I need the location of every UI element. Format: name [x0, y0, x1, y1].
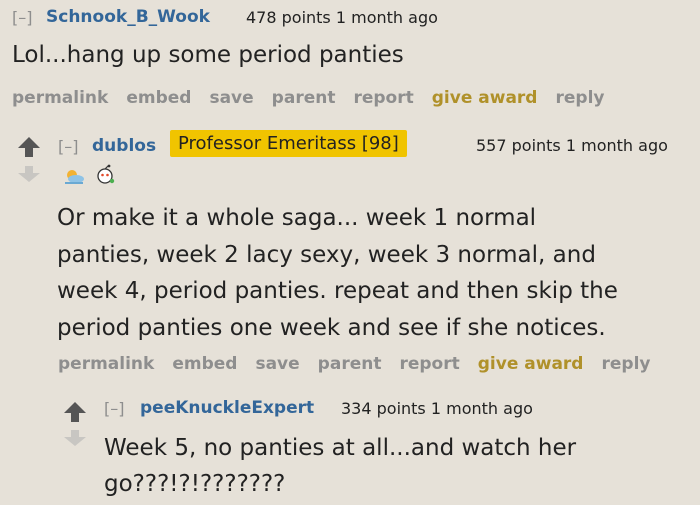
- upvote-arrow-icon[interactable]: [64, 402, 86, 422]
- downvote-arrow-icon[interactable]: [64, 430, 86, 446]
- comment-meta: 334 points 1 month ago: [341, 399, 533, 418]
- reply-link[interactable]: reply: [601, 354, 650, 374]
- comment-body: Week 5, no panties at all...and watch he…: [104, 430, 576, 502]
- parent-link[interactable]: parent: [272, 88, 336, 108]
- upvote-arrow-icon[interactable]: [18, 137, 40, 157]
- comment-actions: permalink embed save parent report give …: [58, 354, 668, 374]
- comment-meta: 478 points 1 month ago: [246, 8, 438, 27]
- user-flair: Professor Emeritass [98]: [170, 130, 407, 157]
- comment-body-line: Week 5, no panties at all...and watch he…: [104, 435, 577, 461]
- comment-body-line: Or make it a whole saga... week 1 normal: [57, 205, 537, 231]
- save-link[interactable]: save: [209, 88, 253, 108]
- permalink-link[interactable]: permalink: [58, 354, 154, 374]
- comment-body-line: period panties one week and see if she n…: [57, 314, 606, 341]
- comment-body-line: panties, week 2 lacy sexy, week 3 normal…: [57, 241, 596, 268]
- collapse-toggle[interactable]: [–]: [104, 399, 124, 418]
- comment-meta: 557 points 1 month ago: [476, 136, 668, 155]
- comment-body: Or make it a whole saga... week 1 normal…: [57, 200, 618, 346]
- give-award-link[interactable]: give award: [432, 88, 538, 108]
- report-link[interactable]: report: [353, 88, 413, 108]
- comment-author[interactable]: peeKnuckleExpert: [140, 398, 314, 418]
- reply-link[interactable]: reply: [555, 88, 604, 108]
- comment-body: Lol...hang up some period panties: [12, 42, 404, 68]
- give-award-link[interactable]: give award: [478, 354, 584, 374]
- collapse-toggle[interactable]: [–]: [12, 8, 32, 27]
- permalink-link[interactable]: permalink: [12, 88, 108, 108]
- save-link[interactable]: save: [255, 354, 299, 374]
- report-link[interactable]: report: [399, 354, 459, 374]
- comment-author[interactable]: Schnook_B_Wook: [46, 7, 210, 27]
- comment-body-line: week 4, period panties. repeat and then …: [57, 278, 618, 304]
- comment-body-line: go???!?!???????: [104, 471, 286, 497]
- parent-link[interactable]: parent: [318, 354, 382, 374]
- downvote-arrow-icon[interactable]: [18, 166, 40, 182]
- embed-link[interactable]: embed: [126, 88, 191, 108]
- collapse-toggle[interactable]: [–]: [58, 137, 78, 156]
- weather-badge-icon: [65, 170, 84, 184]
- comment-author[interactable]: dublos: [92, 136, 156, 156]
- snoo-badge-icon: [97, 164, 115, 184]
- embed-link[interactable]: embed: [172, 354, 237, 374]
- comment-actions: permalink embed save parent report give …: [12, 88, 622, 108]
